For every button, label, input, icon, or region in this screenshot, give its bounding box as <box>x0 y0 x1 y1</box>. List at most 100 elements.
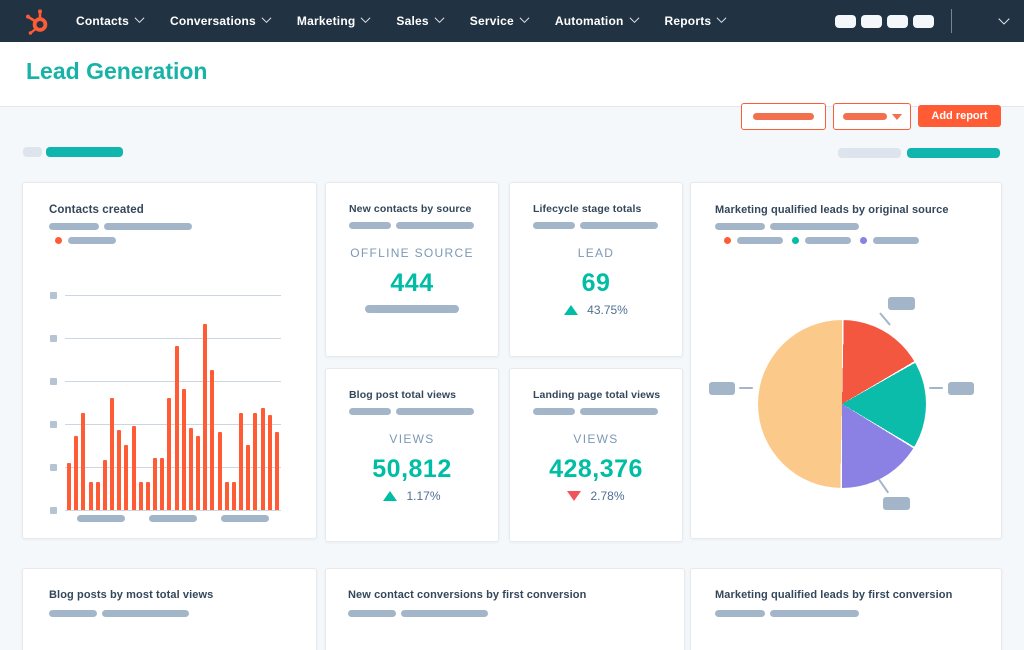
nav-icon-placeholder-3[interactable] <box>887 14 908 28</box>
pie-chart <box>758 320 926 488</box>
dropdown-caret-icon <box>891 113 902 120</box>
y-tick-placeholder <box>50 464 57 471</box>
card-contacts-created: Contacts created <box>22 182 317 539</box>
card-subtitle-placeholder <box>348 610 488 617</box>
card-subtitle-placeholder <box>49 223 192 230</box>
metric-label: LEAD <box>577 246 615 260</box>
nav-divider <box>951 9 952 33</box>
y-tick-placeholder <box>50 421 57 428</box>
card-landing-page-total-views: Landing page total views VIEWS 428,376 2… <box>509 368 683 542</box>
nav-item-reports[interactable]: Reports <box>665 13 727 28</box>
lead-generation-dashboard: Contacts Conversations Marketing Sales Servi… <box>0 0 1024 650</box>
nav-item-sales[interactable]: Sales <box>396 13 445 28</box>
card-title: New contacts by source <box>349 203 472 215</box>
bar <box>274 432 279 510</box>
hubspot-logo-icon[interactable] <box>24 8 51 35</box>
account-chevron-down-icon[interactable] <box>998 13 1010 25</box>
card-new-contact-conversions: New contact conversions by first convers… <box>325 568 685 650</box>
legend-label-placeholder <box>805 237 851 244</box>
chevron-down-icon <box>716 13 727 24</box>
y-tick-placeholder <box>50 507 57 514</box>
bar <box>74 436 79 510</box>
nav-icon-placeholder-2[interactable] <box>861 14 882 28</box>
card-blog-post-total-views: Blog post total views VIEWS 50,812 1.17% <box>325 368 499 542</box>
metric-delta: 2.78% <box>510 489 682 503</box>
top-navigation-bar: Contacts Conversations Marketing Sales Servi… <box>0 0 1024 42</box>
bar <box>188 428 193 510</box>
card-title: Landing page total views <box>533 389 661 401</box>
pie-leader-line <box>929 387 943 389</box>
bar <box>110 398 115 510</box>
pie-data-label-placeholder <box>948 382 974 395</box>
nav-item-conversations[interactable]: Conversations <box>170 13 272 28</box>
delta-value: 1.17% <box>406 489 441 503</box>
legend-label-placeholder <box>68 237 116 244</box>
nav-right-icons <box>830 9 1010 33</box>
bar <box>253 413 258 510</box>
metric-value: 444 <box>390 269 434 297</box>
chevron-down-icon <box>629 13 639 24</box>
nav-item-automation[interactable]: Automation <box>555 13 639 28</box>
metric-footer-placeholder <box>365 305 459 313</box>
header-action-button-1[interactable] <box>741 103 826 130</box>
legend-dot <box>860 237 867 244</box>
metric-value: 69 <box>581 269 611 297</box>
card-title: Contacts created <box>49 204 144 216</box>
nav-menu: Contacts Conversations Marketing Sales Servi… <box>76 13 727 28</box>
legend-label-placeholder <box>737 237 783 244</box>
card-subtitle-placeholder <box>49 610 189 617</box>
bar <box>181 389 186 510</box>
delta-direction-icon <box>567 491 582 501</box>
nav-icon-placeholder-1[interactable] <box>835 14 856 28</box>
bar <box>95 482 100 510</box>
subheader-placeholder-gray-right <box>838 148 901 158</box>
bar <box>239 413 244 510</box>
bar <box>196 436 201 510</box>
chevron-down-icon <box>519 13 530 24</box>
metric-label: VIEWS <box>389 432 435 446</box>
delta-value: 2.78% <box>590 489 625 503</box>
nav-item-marketing[interactable]: Marketing <box>297 13 371 28</box>
bar <box>153 458 158 510</box>
metric-value: 50,812 <box>372 455 452 483</box>
pie-chart-legend <box>724 237 919 244</box>
bar <box>131 426 136 510</box>
card-mql-by-original-source: Marketing qualified leads by original so… <box>690 182 1002 539</box>
nav-item-contacts[interactable]: Contacts <box>76 13 145 28</box>
metric-label: VIEWS <box>573 432 619 446</box>
delta-direction-icon <box>383 491 398 501</box>
bar <box>167 398 172 510</box>
gridline <box>65 295 281 296</box>
card-new-contacts-by-source: New contacts by source OFFLINE SOURCE 44… <box>325 182 499 357</box>
card-subtitle-placeholder <box>715 223 859 230</box>
bar <box>102 460 107 510</box>
bar <box>246 445 251 510</box>
card-blog-posts-by-most-total-views: Blog posts by most total views <box>22 568 317 650</box>
nav-item-service[interactable]: Service <box>470 13 530 28</box>
bar <box>203 324 208 510</box>
bar-chart-legend <box>55 237 116 244</box>
metric-label: OFFLINE SOURCE <box>350 246 474 260</box>
add-report-button[interactable]: Add report <box>918 105 1001 127</box>
metric-delta: 1.17% <box>326 489 498 503</box>
delta-value: 43.75% <box>587 303 628 317</box>
bar <box>260 408 265 510</box>
legend-dot <box>55 237 62 244</box>
card-subtitle-placeholder <box>715 610 859 617</box>
legend-item-2 <box>792 237 851 244</box>
delta-direction-icon <box>564 305 579 315</box>
card-subtitle-placeholder <box>349 222 474 229</box>
card-subtitle-placeholder <box>533 408 658 415</box>
header-dropdown-button[interactable] <box>833 103 911 130</box>
nav-icon-placeholder-4[interactable] <box>913 14 934 28</box>
subheader-placeholder-teal-left <box>46 147 123 157</box>
pie-data-label-placeholder <box>883 497 910 510</box>
card-title: Lifecycle stage totals <box>533 203 642 215</box>
legend-dot <box>724 237 731 244</box>
card-title: Blog post total views <box>349 389 457 401</box>
bar <box>224 482 229 510</box>
bar <box>160 458 165 510</box>
page-title: Lead Generation <box>26 58 208 84</box>
chevron-down-icon <box>434 13 445 24</box>
bar <box>67 463 71 510</box>
